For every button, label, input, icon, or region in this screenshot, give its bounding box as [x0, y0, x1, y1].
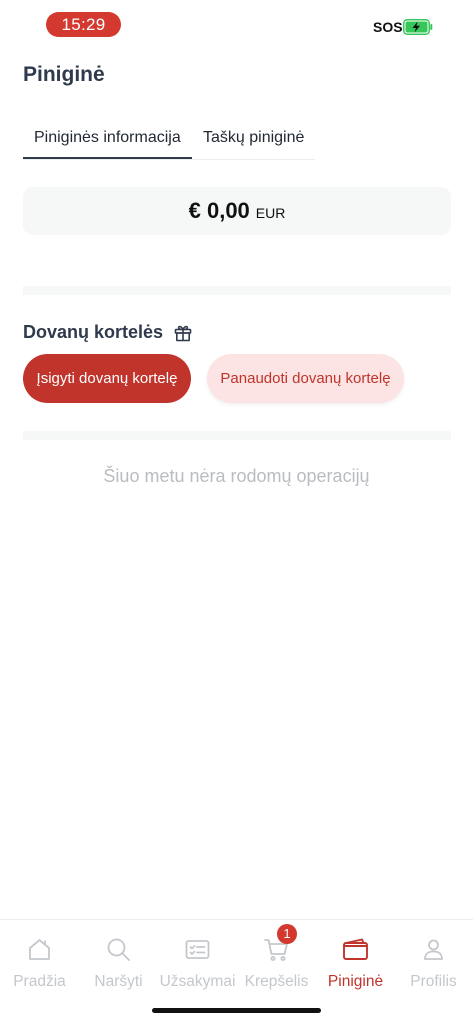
status-time: 15:29: [46, 12, 121, 37]
cart-badge: 1: [277, 924, 297, 944]
nav-item-home[interactable]: Pradžia: [0, 920, 79, 1000]
empty-operations-text: Šiuo metu nėra rodomų operacijų: [103, 466, 370, 486]
nav-item-wallet[interactable]: Piniginė: [316, 920, 395, 1000]
battery-charging-icon: [403, 19, 433, 35]
search-icon: [107, 938, 130, 961]
orders-icon: [185, 940, 210, 959]
home-icon: [29, 939, 50, 960]
home-indicator: [152, 1008, 321, 1013]
tab-wallet-info[interactable]: Piniginės informacija: [23, 118, 192, 159]
section-divider: [23, 286, 451, 295]
sos-indicator: SOS: [373, 19, 403, 35]
nav-label-cart: Krepšelis: [244, 973, 309, 990]
balance-card: € 0,00 EUR: [23, 187, 451, 235]
page-title: Piniginė: [23, 63, 105, 86]
nav-label-profile: Profilis: [410, 973, 457, 990]
nav-item-cart[interactable]: 1 Krepšelis: [237, 920, 316, 1000]
nav-item-orders[interactable]: Užsakymai: [158, 920, 237, 1000]
profile-icon: [424, 939, 443, 960]
status-bar: 15:29 SOS: [0, 0, 473, 50]
balance-currency: EUR: [255, 205, 286, 221]
nav-label-browse: Naršyti: [94, 973, 143, 990]
wallet-icon: [343, 938, 368, 960]
gift-icon: [174, 325, 192, 342]
balance-amount: € 0,00: [188, 198, 250, 223]
nav-item-browse[interactable]: Naršyti: [79, 920, 158, 1000]
buy-gift-card-button[interactable]: Įsigyti dovanų kortelę: [23, 354, 191, 403]
redeem-gift-card-button[interactable]: Panaudoti dovanų kortelę: [207, 354, 404, 403]
nav-label-orders: Užsakymai: [159, 973, 236, 990]
tab-points-wallet[interactable]: Taškų piniginė: [203, 118, 304, 159]
section-divider: [23, 431, 451, 440]
nav-item-profile[interactable]: Profilis: [394, 920, 473, 1000]
wallet-tabs: Piniginės informacija Taškų piniginė: [23, 118, 315, 160]
gift-cards-title: Dovanų kortelės: [23, 322, 164, 342]
